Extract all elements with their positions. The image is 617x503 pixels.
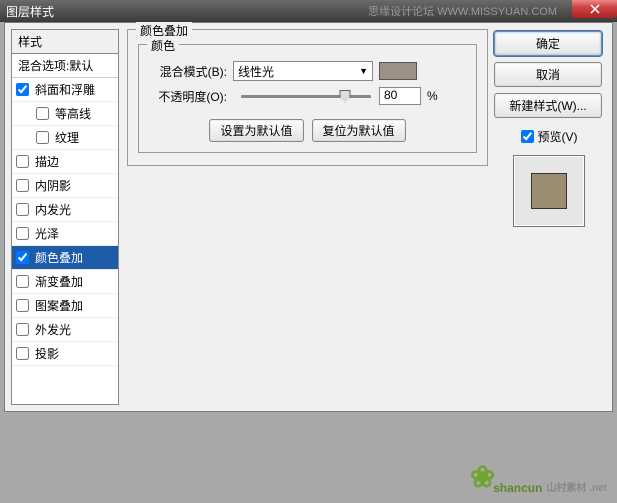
- title-bar: 图层样式 思缘设计论坛 WWW.MISSYUAN.COM: [0, 0, 617, 22]
- style-checkbox[interactable]: [16, 179, 29, 192]
- style-item-2[interactable]: 纹理: [12, 126, 118, 150]
- style-item-4[interactable]: 内阴影: [12, 174, 118, 198]
- color-overlay-section: 颜色叠加 颜色 混合模式(B): 线性光 ▼ 不透明度(O): 80: [127, 29, 488, 166]
- style-item-label: 斜面和浮雕: [35, 81, 95, 98]
- preview-checkbox[interactable]: [521, 130, 534, 143]
- style-item-label: 图案叠加: [35, 297, 83, 314]
- watermark: ❀ shancun 山村素材 .net: [470, 460, 607, 495]
- style-checkbox[interactable]: [16, 275, 29, 288]
- style-item-9[interactable]: 图案叠加: [12, 294, 118, 318]
- style-checkbox[interactable]: [16, 203, 29, 216]
- leaf-icon: ❀: [470, 460, 495, 495]
- cancel-button[interactable]: 取消: [494, 62, 602, 87]
- style-item-7[interactable]: 颜色叠加: [12, 246, 118, 270]
- chevron-down-icon: ▼: [359, 66, 368, 76]
- style-checkbox[interactable]: [36, 131, 49, 144]
- style-list-header: 样式: [12, 30, 118, 54]
- blend-mode-row: 混合模式(B): 线性光 ▼: [149, 61, 466, 81]
- layer-style-dialog: 样式 混合选项:默认 斜面和浮雕等高线纹理描边内阴影内发光光泽颜色叠加渐变叠加图…: [4, 22, 613, 412]
- style-item-label: 颜色叠加: [35, 249, 83, 266]
- style-item-8[interactable]: 渐变叠加: [12, 270, 118, 294]
- style-checkbox[interactable]: [16, 227, 29, 240]
- style-item-label: 内发光: [35, 201, 71, 218]
- center-panel: 颜色叠加 颜色 混合模式(B): 线性光 ▼ 不透明度(O): 80: [123, 23, 492, 411]
- style-item-10[interactable]: 外发光: [12, 318, 118, 342]
- window-title: 图层样式: [6, 3, 54, 20]
- ok-button[interactable]: 确定: [494, 31, 602, 56]
- right-panel: 确定 取消 新建样式(W)... 预览(V): [492, 23, 612, 411]
- blend-mode-label: 混合模式(B):: [149, 63, 227, 80]
- default-buttons-row: 设置为默认值 复位为默认值: [149, 119, 466, 142]
- close-icon: [590, 4, 600, 14]
- watermark-text: shancun: [493, 481, 542, 495]
- style-item-label: 描边: [35, 153, 59, 170]
- watermark-sub: 山村素材 .net: [546, 483, 607, 495]
- preview-label: 预览(V): [538, 128, 578, 145]
- style-list-panel: 样式 混合选项:默认 斜面和浮雕等高线纹理描边内阴影内发光光泽颜色叠加渐变叠加图…: [11, 29, 119, 405]
- blend-mode-dropdown[interactable]: 线性光 ▼: [233, 61, 373, 81]
- opacity-input[interactable]: 80: [379, 87, 421, 105]
- opacity-row: 不透明度(O): 80 %: [149, 87, 466, 105]
- preview-swatch: [531, 173, 567, 209]
- site-brand: 思缘设计论坛 WWW.MISSYUAN.COM: [368, 3, 557, 19]
- preview-toggle[interactable]: 预览(V): [494, 128, 604, 145]
- style-item-5[interactable]: 内发光: [12, 198, 118, 222]
- style-checkbox[interactable]: [16, 155, 29, 168]
- style-item-label: 光泽: [35, 225, 59, 242]
- style-checkbox[interactable]: [16, 83, 29, 96]
- style-item-label: 渐变叠加: [35, 273, 83, 290]
- preview-box: [513, 155, 585, 227]
- style-item-1[interactable]: 等高线: [12, 102, 118, 126]
- blend-mode-value: 线性光: [238, 63, 274, 80]
- color-group: 颜色 混合模式(B): 线性光 ▼ 不透明度(O): 80 %: [138, 44, 477, 153]
- style-checkbox[interactable]: [16, 251, 29, 264]
- style-checkbox[interactable]: [16, 299, 29, 312]
- opacity-label: 不透明度(O):: [149, 88, 227, 105]
- set-default-button[interactable]: 设置为默认值: [209, 119, 303, 142]
- style-item-label: 外发光: [35, 321, 71, 338]
- opacity-unit: %: [427, 89, 438, 103]
- style-item-3[interactable]: 描边: [12, 150, 118, 174]
- style-item-label: 投影: [35, 345, 59, 362]
- close-button[interactable]: [572, 0, 617, 18]
- slider-thumb-icon: [340, 90, 351, 103]
- style-item-label: 等高线: [55, 105, 91, 122]
- style-item-6[interactable]: 光泽: [12, 222, 118, 246]
- overlay-color-swatch[interactable]: [379, 62, 417, 80]
- style-item-11[interactable]: 投影: [12, 342, 118, 366]
- opacity-slider[interactable]: [241, 95, 371, 98]
- style-item-0[interactable]: 斜面和浮雕: [12, 78, 118, 102]
- style-checkbox[interactable]: [16, 323, 29, 336]
- style-item-label: 纹理: [55, 129, 79, 146]
- reset-default-button[interactable]: 复位为默认值: [312, 119, 406, 142]
- blending-options-item[interactable]: 混合选项:默认: [12, 54, 118, 78]
- new-style-button[interactable]: 新建样式(W)...: [494, 93, 602, 118]
- style-item-label: 内阴影: [35, 177, 71, 194]
- style-checkbox[interactable]: [16, 347, 29, 360]
- style-checkbox[interactable]: [36, 107, 49, 120]
- group-title: 颜色: [147, 37, 179, 54]
